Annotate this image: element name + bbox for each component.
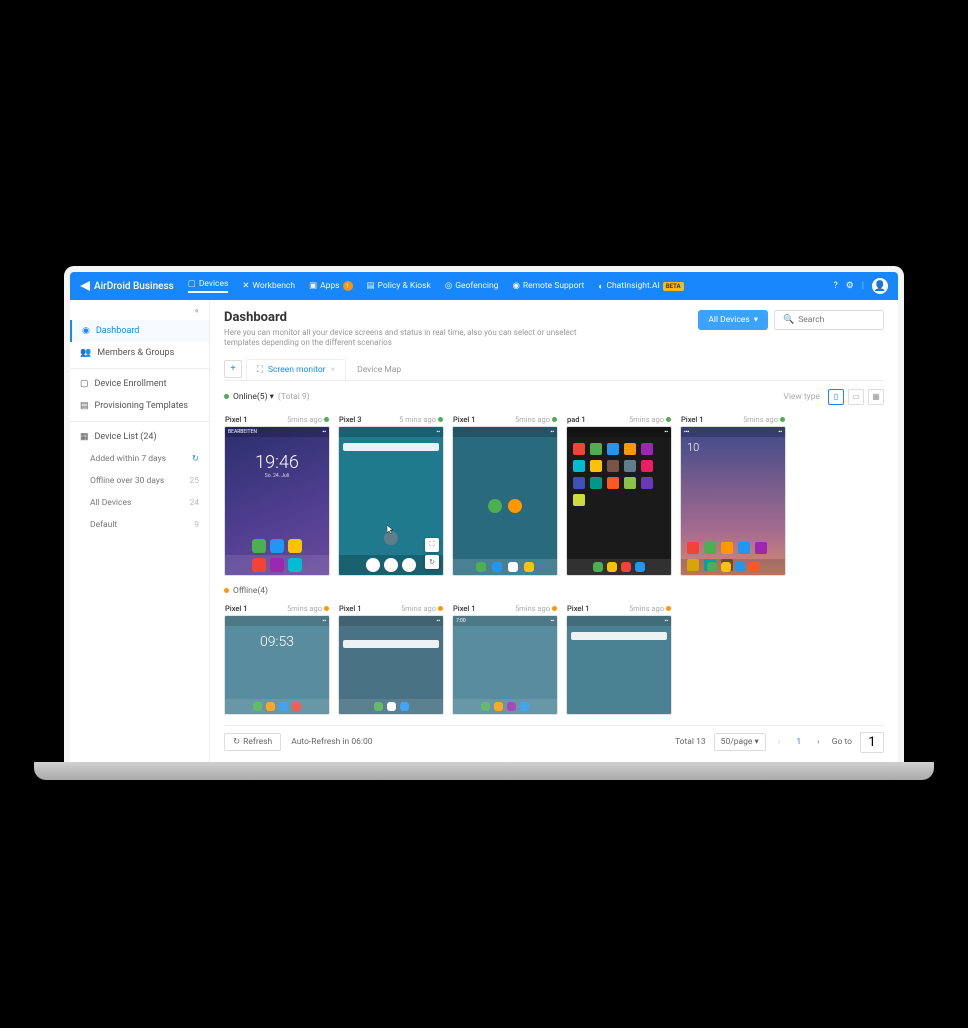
main-content: Dashboard Here you can monitor all your …: [210, 300, 898, 762]
total-count-label: Total 13: [675, 737, 706, 747]
current-page[interactable]: 1: [792, 737, 805, 747]
nav-devices[interactable]: ▢ Devices: [188, 279, 229, 293]
sidebar-dashboard[interactable]: ◉Dashboard: [70, 320, 209, 342]
nav-policy[interactable]: ▤ Policy & Kiosk: [367, 281, 431, 291]
tab-screen-monitor[interactable]: ⛶Screen monitor×: [246, 359, 346, 380]
refresh-icon: ↻: [192, 454, 199, 464]
next-page-button[interactable]: ›: [813, 737, 824, 747]
auto-refresh-label: Auto-Refresh in 06:00: [291, 737, 372, 747]
page-title: Dashboard: [224, 310, 584, 325]
prev-page-button[interactable]: ‹: [774, 737, 785, 747]
fullscreen-icon[interactable]: ⛶: [425, 538, 439, 552]
search-icon: 🔍: [783, 315, 794, 325]
brand-logo[interactable]: AirDroid Business: [80, 281, 174, 292]
device-card[interactable]: Pixel 15mins ago ▪▪: [338, 602, 444, 715]
devicelist-icon: ▦: [80, 432, 89, 442]
footer-pagination: ↻Refresh Auto-Refresh in 06:00 Total 13 …: [224, 725, 884, 759]
offline-status-icon: [224, 588, 229, 593]
user-avatar[interactable]: 👤: [872, 278, 888, 294]
device-card[interactable]: Pixel 15mins ago ▪▪ 09:53: [224, 602, 330, 715]
sidebar-default[interactable]: Default9: [70, 514, 209, 536]
view-tablet-button[interactable]: ▭: [848, 389, 864, 405]
sidebar-enrollment[interactable]: ▢Device Enrollment: [70, 373, 209, 395]
refresh-device-icon[interactable]: ↻: [425, 555, 439, 569]
online-count[interactable]: Online(5) ▾: [233, 392, 274, 402]
online-status-icon: [224, 394, 229, 399]
online-device-grid: Pixel 15mins ago BEARBEITEN▪▪ 19:46 So. …: [224, 413, 884, 576]
sidebar-provisioning[interactable]: ▤Provisioning Templates: [70, 395, 209, 417]
provisioning-icon: ▤: [80, 401, 89, 411]
logo-icon: [80, 281, 90, 291]
search-input[interactable]: [798, 315, 875, 325]
device-card[interactable]: pad 15mins ago ▪▪: [566, 413, 672, 576]
dashboard-icon: ◉: [82, 326, 90, 336]
per-page-select[interactable]: 50/page ▾: [714, 733, 766, 751]
refresh-icon: ↻: [233, 737, 240, 747]
nav-geofencing[interactable]: ◎ Geofencing: [445, 281, 499, 291]
total-count: (Total 9): [278, 392, 310, 402]
settings-icon[interactable]: ⚙: [846, 281, 854, 291]
nav-apps[interactable]: ▣ Apps 1: [309, 281, 353, 291]
sidebar-collapse-icon[interactable]: «: [70, 306, 209, 320]
goto-input[interactable]: [860, 732, 884, 753]
view-grid-button[interactable]: ▦: [868, 389, 884, 405]
device-card[interactable]: Pixel 15mins ago ▪▪: [452, 413, 558, 576]
sidebar-devicelist[interactable]: ▦Device List (24): [70, 426, 209, 448]
device-card[interactable]: Pixel 35 mins ago ▪▪ ⛶ ↻: [338, 413, 444, 576]
nav-workbench[interactable]: ✕ Workbench: [242, 281, 295, 291]
apps-badge: 1: [343, 281, 353, 291]
add-tab-button[interactable]: +: [224, 360, 242, 378]
sidebar-added-7days[interactable]: Added within 7 days↻: [70, 448, 209, 470]
beta-badge: BETA: [663, 282, 684, 291]
page-subtitle: Here you can monitor all your device scr…: [224, 328, 584, 349]
brand-name: AirDroid Business: [94, 281, 174, 292]
device-card[interactable]: Pixel 15mins ago ▪▪: [566, 602, 672, 715]
members-icon: 👥: [80, 348, 91, 358]
close-tab-icon[interactable]: ×: [331, 365, 336, 375]
view-type-label: View type: [783, 392, 820, 402]
nav-remote-support[interactable]: ◉ Remote Support: [512, 281, 584, 291]
search-box[interactable]: 🔍: [774, 310, 884, 330]
offline-count: Offline(4): [233, 586, 268, 596]
sidebar: « ◉Dashboard 👥Members & Groups ▢Device E…: [70, 300, 210, 762]
help-icon[interactable]: ?: [833, 281, 837, 291]
chevron-down-icon: ▾: [754, 315, 758, 325]
refresh-button[interactable]: ↻Refresh: [224, 733, 281, 751]
enrollment-icon: ▢: [80, 379, 89, 389]
tab-device-map[interactable]: Device Map: [346, 359, 412, 380]
offline-device-grid: Pixel 15mins ago ▪▪ 09:53 Pixel 15mins a…: [224, 602, 884, 715]
view-phone-button[interactable]: ▯: [828, 389, 844, 405]
sidebar-all-devices[interactable]: All Devices24: [70, 492, 209, 514]
device-card[interactable]: Pixel 15mins ago ▪▪▪▪▪ 10: [680, 413, 786, 576]
device-card[interactable]: Pixel 15mins ago BEARBEITEN▪▪ 19:46 So. …: [224, 413, 330, 576]
sidebar-offline-30days[interactable]: Offline over 30 days25: [70, 470, 209, 492]
all-devices-dropdown[interactable]: All Devices ▾: [698, 310, 768, 330]
sidebar-members[interactable]: 👥Members & Groups: [70, 342, 209, 364]
goto-label: Go to: [832, 737, 852, 747]
top-navbar: AirDroid Business ▢ Devices ✕ Workbench …: [70, 272, 898, 300]
nav-chatinsight[interactable]: ◐ ChatInsight.AI BETA: [598, 281, 683, 292]
expand-icon: ⛶: [257, 365, 263, 375]
device-card[interactable]: Pixel 15mins ago 7:00▪▪: [452, 602, 558, 715]
